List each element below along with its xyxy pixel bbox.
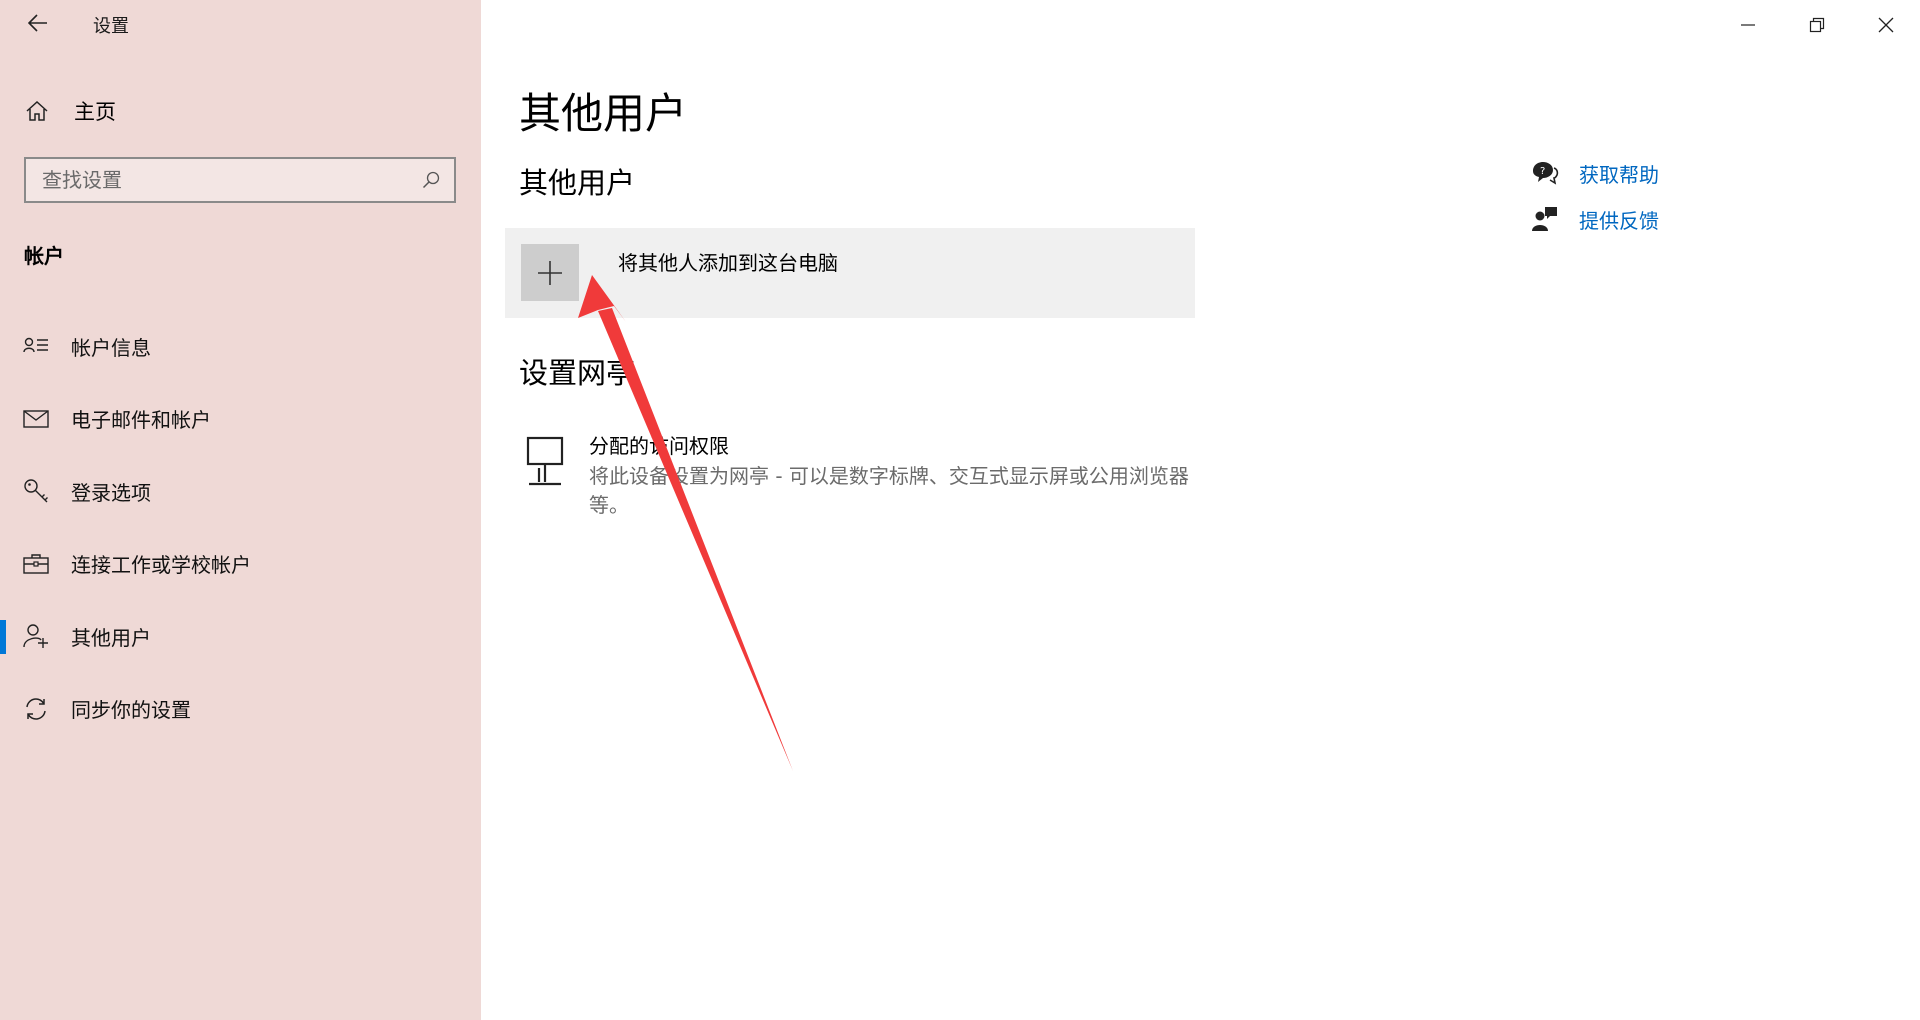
minimize-button[interactable]: [1713, 0, 1782, 50]
kiosk-icon: [525, 436, 565, 488]
sidebar-item-label: 同步你的设置: [71, 698, 191, 723]
minimize-icon: [1740, 24, 1755, 26]
sidebar-item-sync-settings[interactable]: 同步你的设置: [0, 673, 481, 746]
chat-help-icon: ?: [1531, 159, 1559, 187]
selection-indicator: [0, 548, 6, 582]
settings-window: 设置 主页 帐户: [0, 0, 1920, 1020]
back-arrow-icon: [28, 14, 47, 32]
get-help-link[interactable]: ? 获取帮助: [1531, 150, 1659, 196]
give-feedback-link[interactable]: 提供反馈: [1531, 196, 1659, 242]
sidebar-item-sign-in-options[interactable]: 登录选项: [0, 455, 481, 528]
search-box: [24, 157, 456, 203]
restore-button[interactable]: [1782, 0, 1851, 50]
assigned-access-description: 将此设备设置为网亭 - 可以是数字标牌、交互式显示屏或公用浏览器等。: [589, 464, 1189, 517]
page-title: 其他用户: [519, 89, 688, 138]
restore-icon: [1809, 17, 1824, 33]
search-icon[interactable]: [420, 169, 442, 191]
sidebar-item-other-users[interactable]: 其他用户: [0, 600, 481, 673]
sidebar: 设置 主页 帐户: [0, 0, 481, 1020]
app-title: 设置: [93, 16, 129, 37]
close-button[interactable]: [1851, 0, 1920, 50]
briefcase-icon: [23, 551, 49, 577]
sidebar-item-email-accounts[interactable]: 电子邮件和帐户: [0, 383, 481, 456]
give-feedback-label: 提供反馈: [1579, 208, 1659, 233]
kiosk-heading: 设置网亭: [519, 356, 636, 390]
assigned-access-title: 分配的访问权限: [589, 434, 729, 458]
sidebar-item-label: 主页: [74, 100, 116, 124]
search-input[interactable]: [26, 167, 420, 193]
home-icon: [25, 99, 49, 123]
sidebar-item-label: 连接工作或学校帐户: [71, 553, 251, 578]
sidebar-item-label: 登录选项: [71, 480, 151, 505]
get-help-label: 获取帮助: [1579, 162, 1659, 187]
key-icon: [23, 478, 49, 504]
add-other-user-label: 将其他人添加到这台电脑: [618, 251, 838, 275]
add-person-icon: [23, 623, 49, 649]
sidebar-item-label: 电子邮件和帐户: [71, 408, 211, 433]
selection-indicator: [0, 620, 6, 654]
plus-icon: [538, 260, 562, 285]
selection-indicator: [0, 330, 6, 364]
sidebar-item-label: 其他用户: [71, 625, 151, 650]
feedback-icon: [1531, 205, 1559, 233]
selection-indicator: [0, 403, 6, 437]
account-info-icon: [23, 333, 49, 359]
back-button[interactable]: [18, 8, 58, 38]
window-controls: [1713, 0, 1920, 50]
section-label: 帐户: [24, 244, 64, 268]
sidebar-item-account-info[interactable]: 帐户信息: [0, 310, 481, 383]
other-users-heading: 其他用户: [519, 166, 636, 200]
svg-text:?: ?: [1540, 166, 1545, 177]
sync-icon: [23, 696, 49, 722]
main-content: 其他用户 其他用户 将其他人添加到这台电脑 设置网亭 分配的访问权限 将此设备设…: [481, 0, 1920, 1020]
mail-icon: [23, 406, 49, 432]
selection-indicator: [0, 475, 6, 509]
sidebar-nav: 帐户信息 电子邮件和帐户 登录选项 连接工作或学校帐户 其他用户 同步你的设置: [0, 310, 481, 745]
sidebar-item-home[interactable]: 主页: [0, 88, 481, 134]
sidebar-item-work-school[interactable]: 连接工作或学校帐户: [0, 528, 481, 601]
sidebar-item-label: 帐户信息: [71, 335, 151, 360]
add-other-user-button[interactable]: 将其他人添加到这台电脑: [505, 228, 1195, 318]
help-links: ? 获取帮助 提供反馈: [1531, 150, 1659, 242]
plus-tile: [521, 244, 579, 301]
close-icon: [1878, 17, 1893, 33]
selection-indicator: [0, 693, 6, 727]
